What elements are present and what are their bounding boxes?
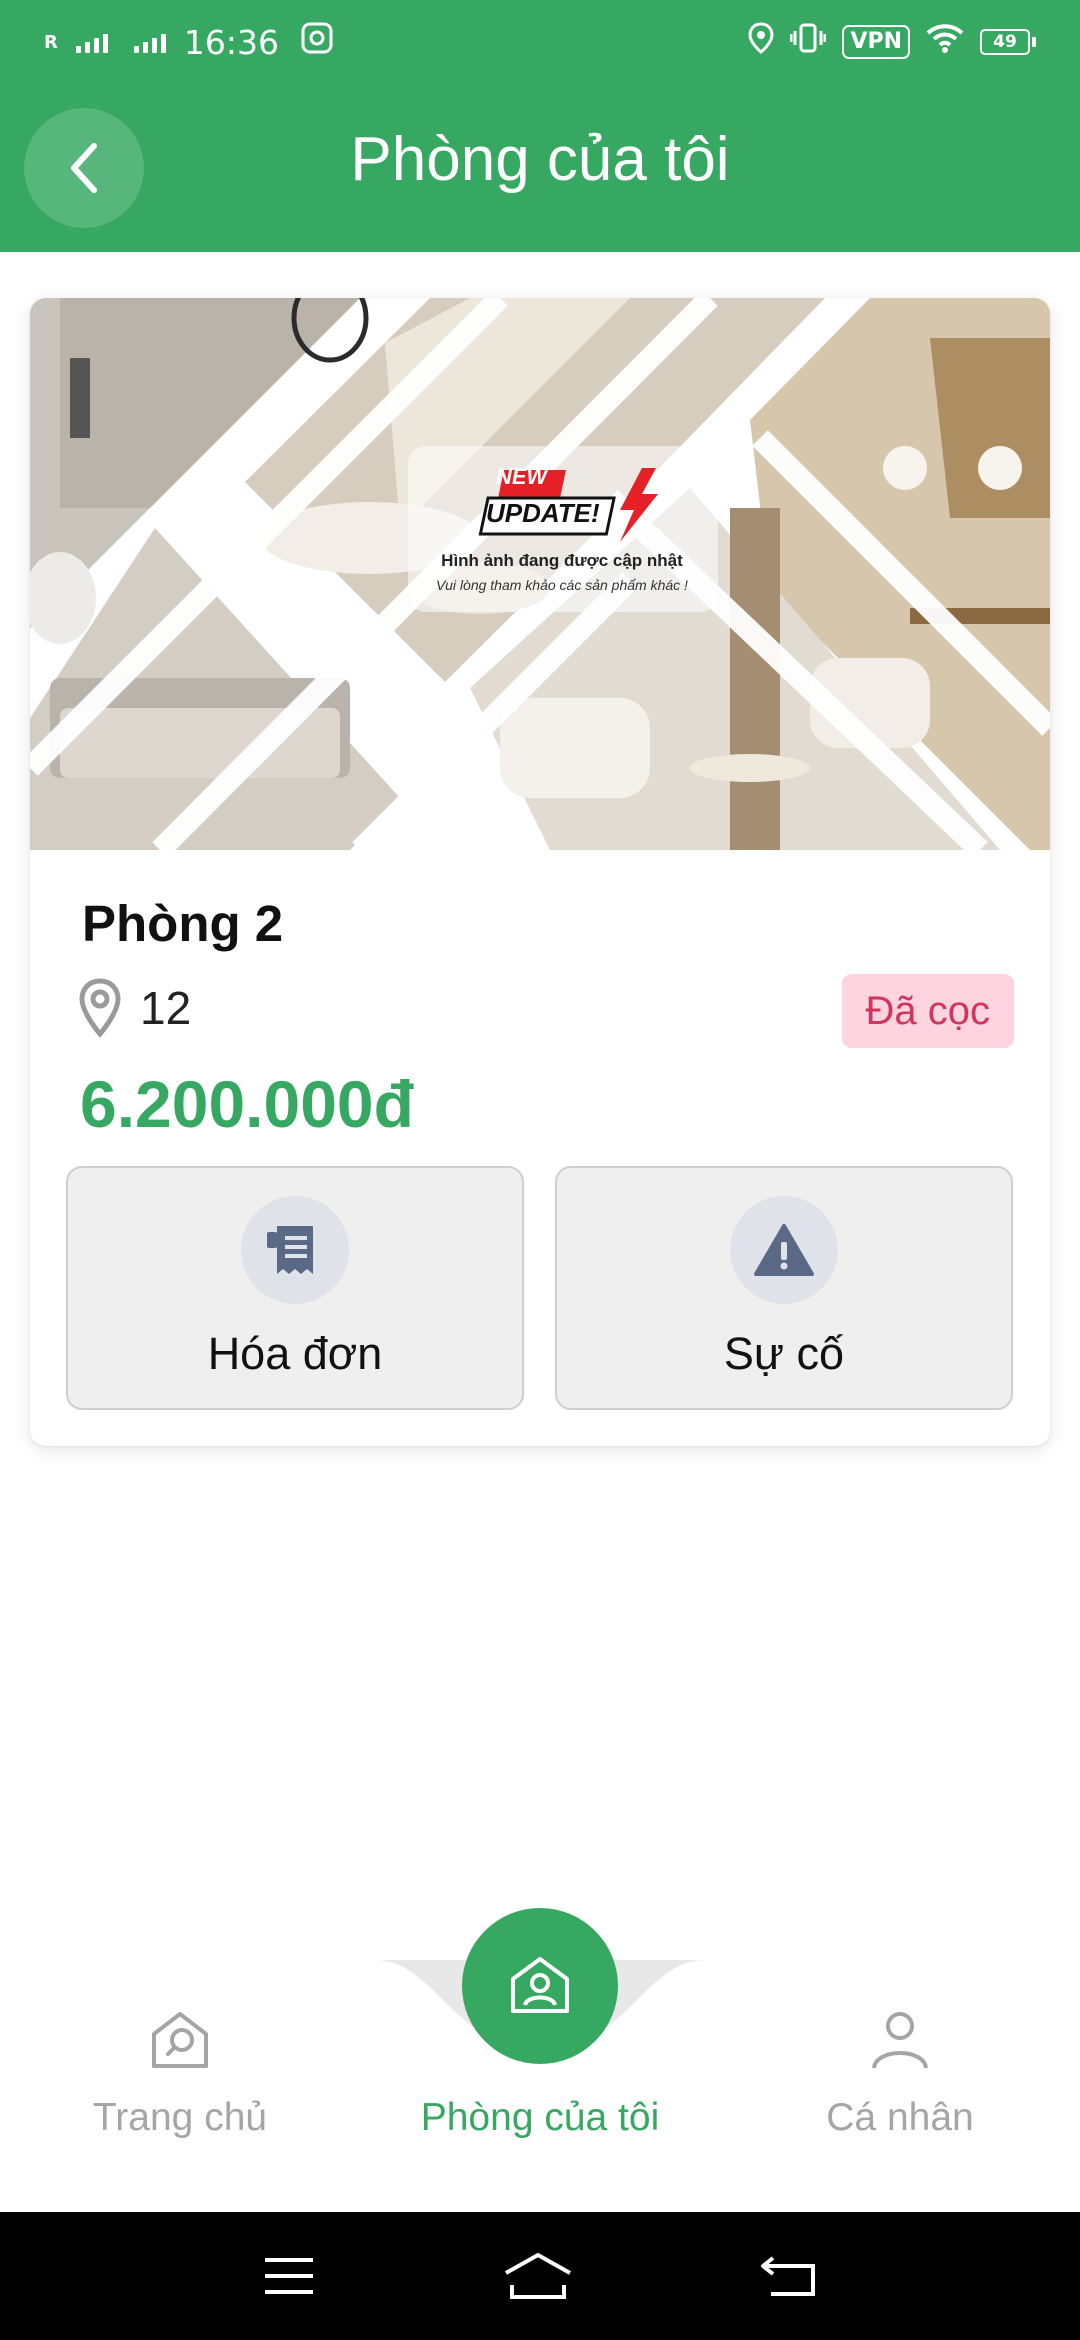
incident-button[interactable]: Sự cố xyxy=(555,1166,1013,1410)
tab-profile[interactable]: Cá nhân xyxy=(720,2000,1080,2140)
page-title: Phòng của tôi xyxy=(350,125,730,194)
system-nav-bar xyxy=(0,2212,1080,2340)
status-bar: R 16:36 VPN 49 xyxy=(0,0,1080,84)
battery-icon: 49 xyxy=(980,29,1036,55)
tab-home-label: Trang chủ xyxy=(92,2096,268,2139)
image-headline: Hình ảnh đang được cập nhật xyxy=(441,551,683,570)
clock: 16:36 xyxy=(183,22,279,62)
update-badge-main: UPDATE! xyxy=(486,498,600,528)
room-image: NEW UPDATE! Hình ảnh đang được cập nhật … xyxy=(30,298,1050,850)
wifi-icon xyxy=(926,22,964,62)
vibrate-icon xyxy=(789,22,827,62)
invoice-button-label: Hóa đơn xyxy=(207,1328,383,1379)
receipt-icon xyxy=(267,1226,313,1274)
home-nav-icon[interactable] xyxy=(500,2251,576,2301)
room-name: Phòng 2 xyxy=(82,895,284,952)
back-nav-icon[interactable] xyxy=(759,2254,819,2298)
location-icon xyxy=(748,22,774,62)
incident-button-label: Sự cố xyxy=(723,1328,845,1379)
screen-record-icon xyxy=(301,22,333,62)
status-badge: Đã cọc xyxy=(841,974,1014,1048)
carrier-roaming-label: R xyxy=(44,31,58,53)
image-subline: Vui lòng tham khảo các sản phẩm khác ! xyxy=(436,577,688,593)
update-badge-new: NEW xyxy=(496,464,550,489)
tab-profile-label: Cá nhân xyxy=(826,2096,974,2139)
tab-home[interactable]: Trang chủ xyxy=(0,2000,360,2140)
warning-icon xyxy=(754,1224,814,1276)
person-icon xyxy=(872,2012,928,2069)
app-header: Phòng của tôi xyxy=(0,84,1080,252)
room-price: 6.200.000đ xyxy=(80,1067,414,1141)
tab-my-room[interactable]: Phòng của tôi xyxy=(360,2000,720,2140)
battery-level: 49 xyxy=(980,29,1030,55)
room-card[interactable]: NEW UPDATE! Hình ảnh đang được cập nhật … xyxy=(30,298,1050,1446)
room-location: 12 xyxy=(78,978,191,1038)
vpn-badge: VPN xyxy=(842,25,910,59)
location-pin-icon xyxy=(79,978,121,1038)
menu-icon[interactable] xyxy=(261,2256,317,2296)
signal-icon xyxy=(133,31,166,53)
home-search-icon xyxy=(152,2012,208,2068)
tab-my-room-label: Phòng của tôi xyxy=(420,2096,660,2139)
signal-icon xyxy=(75,31,108,53)
bottom-tab-bar: Trang chủ Phòng của tôi Cá nhân xyxy=(0,1840,1080,2212)
room-location-text: 12 xyxy=(140,982,192,1034)
invoice-button[interactable]: Hóa đơn xyxy=(66,1166,524,1410)
